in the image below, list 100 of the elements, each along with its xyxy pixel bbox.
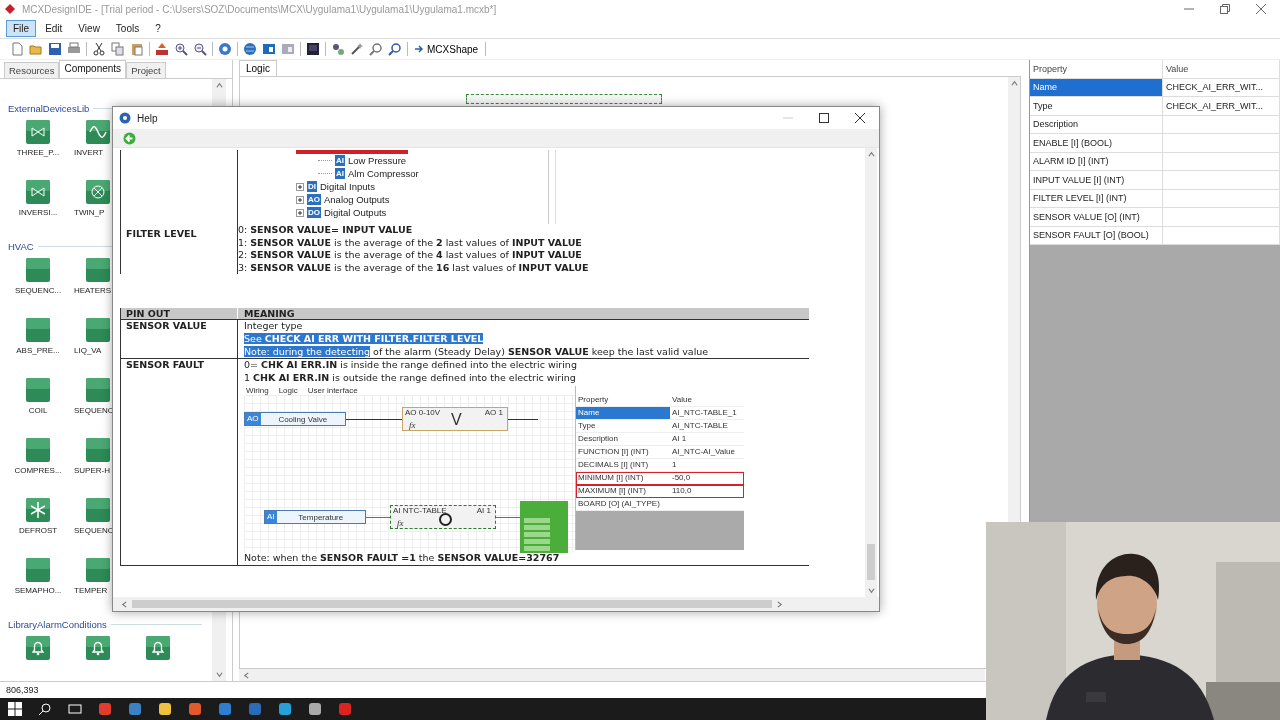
scroll-left-icon[interactable] [243,671,250,679]
scrollbar[interactable] [865,148,877,597]
property-name: BOARD [O] (AI_TYPE) [577,498,661,511]
property-name: FUNCTION [I] (INT) [577,446,650,459]
expand-icon[interactable] [296,208,304,217]
panel-tab[interactable]: Project [126,62,166,78]
monitor-icon[interactable] [306,42,320,56]
description-line: 2: SENSOR VALUE is the average of the 4 last values of INPUT VALUE [238,249,583,262]
clipboard-icon[interactable] [130,42,144,56]
property-name[interactable]: FILTER LEVEL [I] (INT) [1030,189,1163,207]
bell-icon[interactable] [146,636,170,660]
maximize-icon[interactable] [819,113,829,123]
menu-item[interactable]: ? [148,19,168,37]
bell-icon[interactable] [26,636,50,660]
wand-icon[interactable] [350,42,364,56]
mcxshape-button[interactable]: MCXShape [413,43,481,55]
back-icon[interactable] [123,131,136,145]
start-icon[interactable] [8,702,22,716]
app-icon[interactable] [188,702,202,716]
scroll-up-icon[interactable] [215,82,223,89]
property-value: AI_NTC-TABLE_1 [671,407,738,420]
valve-icon[interactable] [26,180,50,204]
property-name[interactable]: ENABLE [I] (BOOL) [1030,134,1163,152]
tree-item[interactable]: Low Pressure [348,155,407,166]
snowflake-icon[interactable] [26,498,50,522]
property-name[interactable]: ALARM ID [I] (INT) [1030,152,1163,170]
app-icon[interactable] [278,702,292,716]
scroll-up-icon[interactable] [867,151,875,158]
group-title: LibraryAlarmConditions [8,618,107,630]
column-header: Property [577,394,610,407]
bell-icon[interactable] [86,636,110,660]
panel-tab[interactable]: Resources [4,62,60,78]
close-icon[interactable] [855,113,865,123]
upload-icon[interactable] [155,42,169,56]
valve-icon[interactable] [26,120,50,144]
app-icon[interactable] [128,702,142,716]
copy-icon[interactable] [111,42,125,56]
controller-board [520,501,568,554]
property-value[interactable]: CHECK_AI_ERR_WIT... [1163,78,1280,96]
property-name[interactable]: Description [1030,115,1163,133]
editor-tab-label: Wiring [246,386,269,396]
app-logo-icon [4,3,16,15]
function-block[interactable] [466,94,662,104]
property-name[interactable]: Type [1030,97,1163,115]
tree-item[interactable]: Digital Inputs [320,181,375,192]
menu-item[interactable]: File [6,19,37,37]
scissors-icon[interactable] [92,42,106,56]
close-icon[interactable] [1256,4,1266,14]
canvas-tab[interactable]: Logic [239,60,277,76]
property-value[interactable]: CHECK_AI_ERR_WIT... [1163,97,1280,115]
property-name[interactable]: SENSOR FAULT [O] (BOOL) [1030,226,1163,244]
task-view-icon[interactable] [68,702,82,716]
zoom-in-icon[interactable] [174,42,188,56]
description-line: 0: SENSOR VALUE= INPUT VALUE [238,224,414,237]
property-name[interactable]: INPUT VALUE [I] (INT) [1030,171,1163,189]
menu-item[interactable]: View [71,19,107,37]
column-header: Property [1030,60,1163,78]
scroll-left-icon[interactable] [121,600,128,608]
search-icon[interactable] [38,702,52,716]
property-name[interactable]: SENSOR VALUE [O] (INT) [1030,208,1163,226]
scroll-thumb[interactable] [132,600,772,608]
column-header: Value [671,394,693,407]
tree-item[interactable]: Analog Outputs [324,194,390,205]
component-label: INVERSI... [18,208,58,217]
panel-tab[interactable]: Components [59,60,127,78]
app-icon[interactable] [218,702,232,716]
folder-icon[interactable] [29,42,43,56]
expand-icon[interactable] [296,182,304,191]
property-name: MAXIMUM [I] (INT) [577,485,647,498]
scrollbar[interactable] [113,597,879,611]
scroll-up-icon[interactable] [1010,80,1018,87]
component-label: COMPRES... [14,466,62,475]
new-file-icon[interactable] [10,42,24,56]
app-icon[interactable] [308,702,322,716]
scroll-right-icon[interactable] [776,600,783,608]
menu-item[interactable]: Edit [38,19,70,37]
zoom-out-icon[interactable] [193,42,207,56]
component-label: SEQUENC... [14,286,62,295]
tree-item[interactable]: Digital Outputs [324,207,387,218]
pump-icon[interactable] [86,180,110,204]
description-line: Note: during the detecting of the alarm (Steady Delay) SENSOR VALUE keep the last valid value [244,345,710,359]
help-icon[interactable] [218,42,232,56]
help-icon [119,112,131,124]
wave-icon[interactable] [86,120,110,144]
app-icon[interactable] [158,702,172,716]
printer-icon[interactable] [67,42,81,56]
arrow-icon [415,45,423,53]
restore-icon[interactable] [1220,4,1230,14]
description-line: 1: SENSOR VALUE is the average of the 2 last values of INPUT VALUE [238,236,583,250]
scroll-thumb[interactable] [867,544,875,580]
expand-icon[interactable] [296,195,304,204]
scroll-down-icon[interactable] [867,587,875,594]
tree-item-icon: AO [307,194,321,205]
save-icon[interactable] [48,42,62,56]
column-header: MEANING [243,308,296,320]
scroll-down-icon[interactable] [215,671,223,678]
group-title: HVAC [8,240,34,252]
search-icon[interactable] [388,42,402,56]
tree-item[interactable]: Alm Compressor [348,168,419,179]
menu-item[interactable]: Tools [108,19,147,37]
